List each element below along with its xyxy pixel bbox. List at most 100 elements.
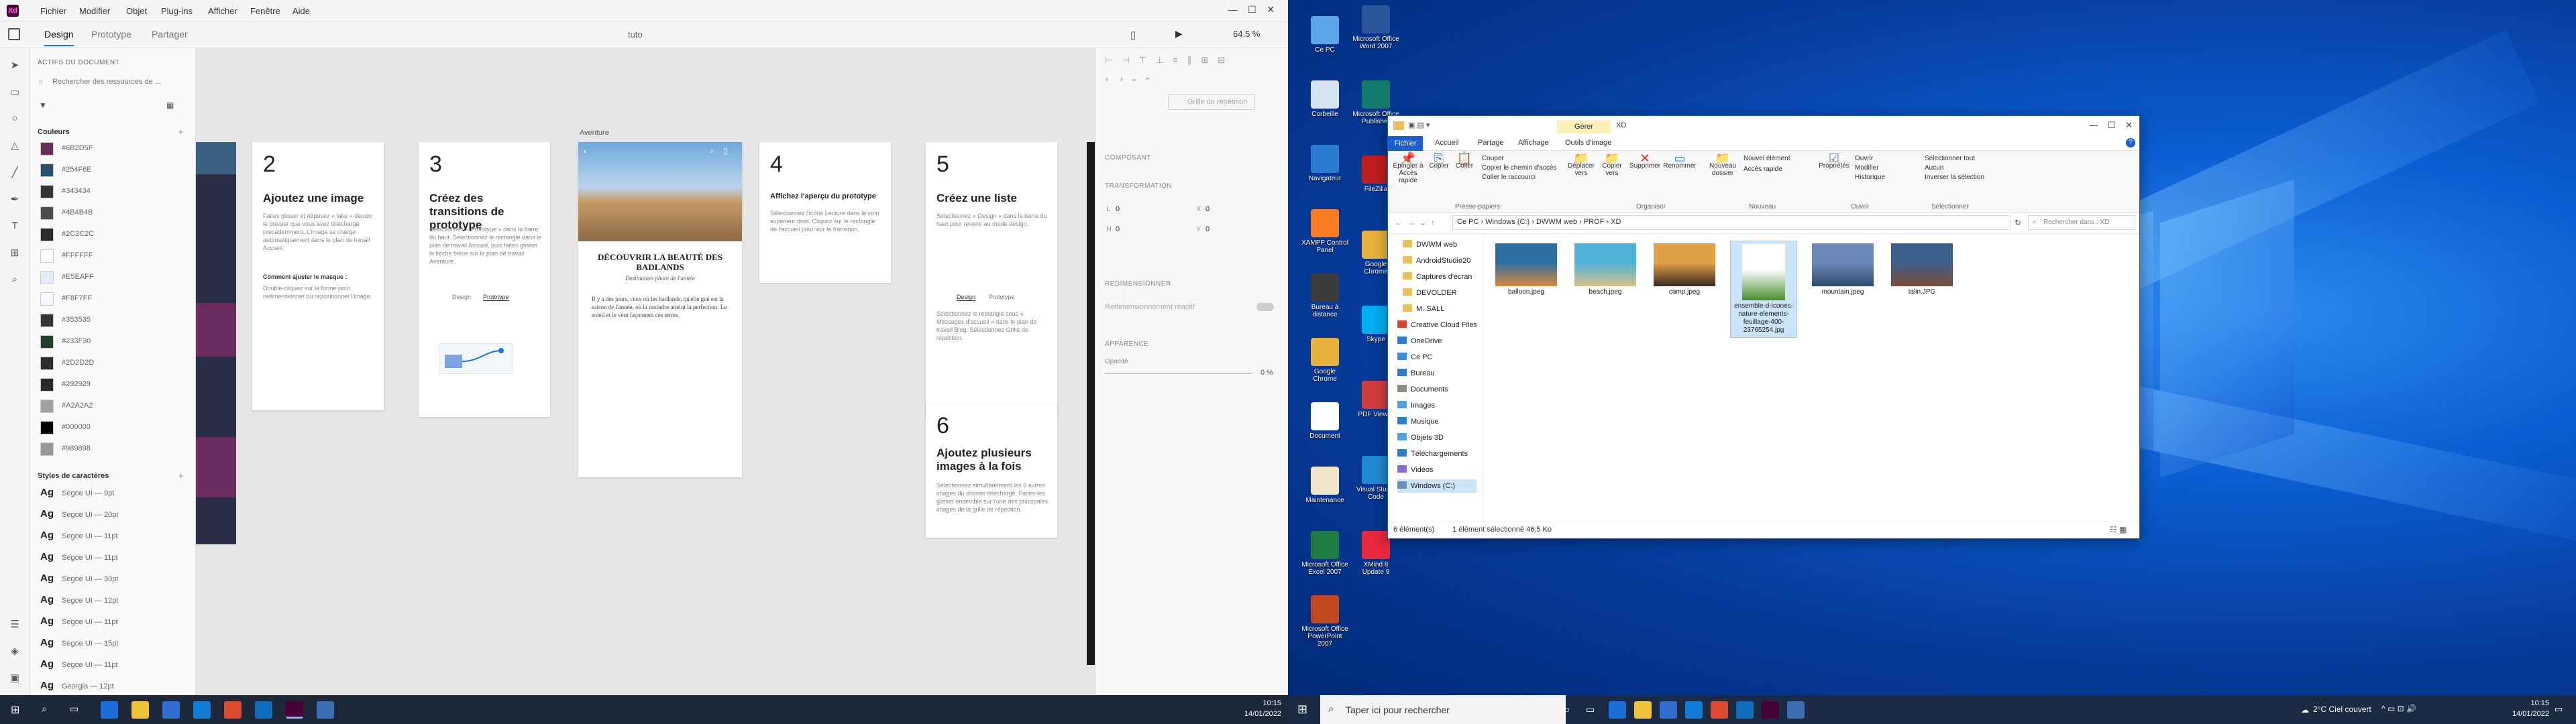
nav-item[interactable]: Images [1397,399,1477,412]
notification-icon[interactable]: ▭ [2555,704,2563,715]
file-item[interactable]: beach.jpeg [1572,241,1639,296]
tutorial-card-6[interactable]: 6 Ajoutez plusieurs images à la fois Sél… [926,404,1057,538]
color-swatch-item[interactable]: #2D2D2D [40,355,188,370]
system-tray-icons[interactable]: ^ ▭ ⊡ 🔊 [2381,704,2416,713]
width-value[interactable]: 0 [1116,205,1120,213]
select-all-button[interactable]: Sélectionner tout [1925,155,1975,162]
zoom-tool-icon[interactable]: ⌕ [9,274,21,286]
windows-start-icon[interactable]: ⊞ [1297,703,1307,717]
menu-aide[interactable]: Aide [292,6,310,16]
ribbon-tab-partage[interactable]: Partage [1478,139,1504,147]
play-icon[interactable]: ▶ [1175,28,1183,40]
crumb-ce-pc[interactable]: Ce PC [1457,218,1479,226]
color-swatch-item[interactable]: #4B4B4B [40,205,188,220]
delete-button[interactable]: ✕ Supprimer [1628,152,1662,170]
mail-icon[interactable] [1685,701,1703,719]
move-to-button[interactable]: 📁 Déplacer vers [1566,152,1596,177]
nav-item[interactable]: Captures d'écran [1403,270,1482,284]
menu-objet[interactable]: Objet [126,6,147,16]
assets-search-input[interactable]: Rechercher des ressources de ... [52,78,161,86]
color-swatch-item[interactable]: #233F30 [40,334,188,349]
desktop-shortcut[interactable]: Ce PC [1301,16,1348,54]
select-none-button[interactable]: Aucun [1925,164,1943,172]
taskbar-search-box[interactable]: ⌕ Taper ici pour rechercher [1320,695,1566,724]
zoom-level[interactable]: 64,5 % [1233,29,1260,39]
color-swatch-item[interactable]: #A2A2A2 [40,398,188,413]
desktop-shortcut[interactable]: Bureau à distance [1301,274,1348,318]
cut-button[interactable]: Couper [1482,155,1504,162]
chrome-icon[interactable] [224,701,241,719]
tutorial-card-3[interactable]: 3 Créez des transitions de prototype Sél… [419,142,550,417]
artboard-accueil[interactable] [196,142,236,544]
file-item[interactable]: ensemble-d-icones-nature-elements-feuill… [1730,241,1797,338]
desktop-shortcut[interactable]: Maintenance [1301,467,1348,504]
paste-shortcut-button[interactable]: Coller le raccourci [1482,174,1536,181]
desktop-shortcut[interactable]: Microsoft Office PowerPoint 2007 [1301,595,1348,648]
crumb-prof[interactable]: PROF [1584,218,1605,226]
new-folder-button[interactable]: 📁 Nouveau dossier [1706,152,1739,177]
file-item[interactable]: camp.jpeg [1651,241,1718,296]
adobe-xd-taskbar-icon[interactable] [286,701,303,719]
color-swatch-item[interactable]: #254F6E [40,162,188,177]
task-view-icon[interactable]: ▭ [1586,704,1595,715]
charstyle-item[interactable]: Ag Segoe UI — 11pt [40,550,188,568]
charstyle-item[interactable]: Ag Segoe UI — 12pt [40,593,188,611]
store-icon[interactable] [1660,701,1677,719]
opacity-value[interactable]: 0 % [1260,369,1273,377]
charstyle-item[interactable]: Ag Segoe UI — 20pt [40,507,188,526]
menu-fenetre[interactable]: Fenêtre [250,6,280,16]
nav-item[interactable]: DWWM web [1403,238,1482,251]
boolean-toolbar[interactable]: ◐◑◒◓ [1105,74,1185,88]
explorer-titlebar[interactable]: ▣ ▤ ▾ Gérer XD — ☐ ✕ [1388,116,2139,136]
charstyle-item[interactable]: Ag Segoe UI — 11pt [40,657,188,676]
nav-item[interactable]: DEVOLDER [1403,286,1482,300]
properties-button[interactable]: ☑ Propriétés [1817,152,1851,170]
desktop-shortcut[interactable]: Microsoft Office Word 2007 [1352,5,1399,50]
desktop-shortcut[interactable]: Document [1301,402,1348,440]
vscode-icon[interactable] [255,701,272,719]
nav-item[interactable]: Windows (C:) [1397,479,1477,493]
manage-context-tab[interactable]: Gérer [1557,120,1611,133]
file-item[interactable]: mountain.jpeg [1809,241,1876,296]
adobe-xd-icon[interactable] [1762,701,1779,719]
color-swatch-item[interactable]: #989898 [40,441,188,456]
nav-item[interactable]: OneDrive [1397,335,1477,348]
rectangle-tool-icon[interactable]: ▭ [9,86,21,98]
desktop-shortcut[interactable]: XAMPP Control Panel [1301,209,1348,254]
ribbon-tab-fichier[interactable]: Fichier [1388,136,1423,151]
search-icon[interactable]: ⌕ [42,703,47,715]
weather-text[interactable]: 2°C Ciel couvert [2313,705,2371,714]
view-toggle-icons[interactable]: ☷ ▦ [2110,525,2127,534]
search-box[interactable]: ⌕ Rechercher dans : XD [2028,215,2135,230]
home-icon[interactable] [8,28,20,40]
tab-partager[interactable]: Partager [152,29,188,40]
nav-item[interactable]: Bureau [1397,367,1477,380]
repeat-grid-button[interactable]: Grille de répétition [1168,94,1255,110]
artboard-tool-icon[interactable]: ⊞ [9,247,21,259]
charstyle-item[interactable]: Ag Georgia — 12pt [40,678,188,697]
charstyle-item[interactable]: Ag Segoe UI — 9pt [40,485,188,504]
layers-icon[interactable]: ◈ [9,645,21,657]
nav-item[interactable]: Objets 3D [1397,431,1477,444]
x-value[interactable]: 0 [1205,205,1210,213]
store-icon[interactable] [162,701,180,719]
crumb-xd[interactable]: XD [1611,218,1621,226]
tutorial-card-5[interactable]: 5 Créez une liste Sélectionnez « Design … [926,142,1057,417]
pin-quick-access-button[interactable]: 📌 Épingler à Accès rapide [1392,152,1424,184]
color-swatch-item[interactable]: #000000 [40,420,188,434]
crumb-dwwm-web[interactable]: DWWM web [1536,218,1577,226]
mail-icon[interactable] [193,701,211,719]
nav-item[interactable]: Vidéos [1397,463,1477,477]
invert-selection-button[interactable]: Inverser la sélection [1925,174,1984,181]
new-item-button[interactable]: Nouvel élément [1743,155,1790,162]
crumb-windows-c[interactable]: Windows (C:) [1485,218,1529,226]
nav-item[interactable]: Creative Cloud Files [1397,318,1477,332]
tab-prototype[interactable]: Prototype [91,29,131,40]
tutorial-card-4[interactable]: 4 Affichez l'aperçu du prototype Sélecti… [759,142,891,283]
artboard-aventure[interactable]: ‹ ⌕ ▯ DÉCOUVRIR LA BEAUTÉ DES BADLANDS D… [578,142,742,477]
ribbon-tab-outils-image[interactable]: Outils d'image [1565,139,1611,147]
desktop-shortcut[interactable]: Navigateur [1301,145,1348,182]
plugins-icon[interactable]: ▣ [9,672,21,684]
artboard-dark-edge[interactable] [1087,142,1095,665]
polygon-tool-icon[interactable]: △ [9,139,21,152]
